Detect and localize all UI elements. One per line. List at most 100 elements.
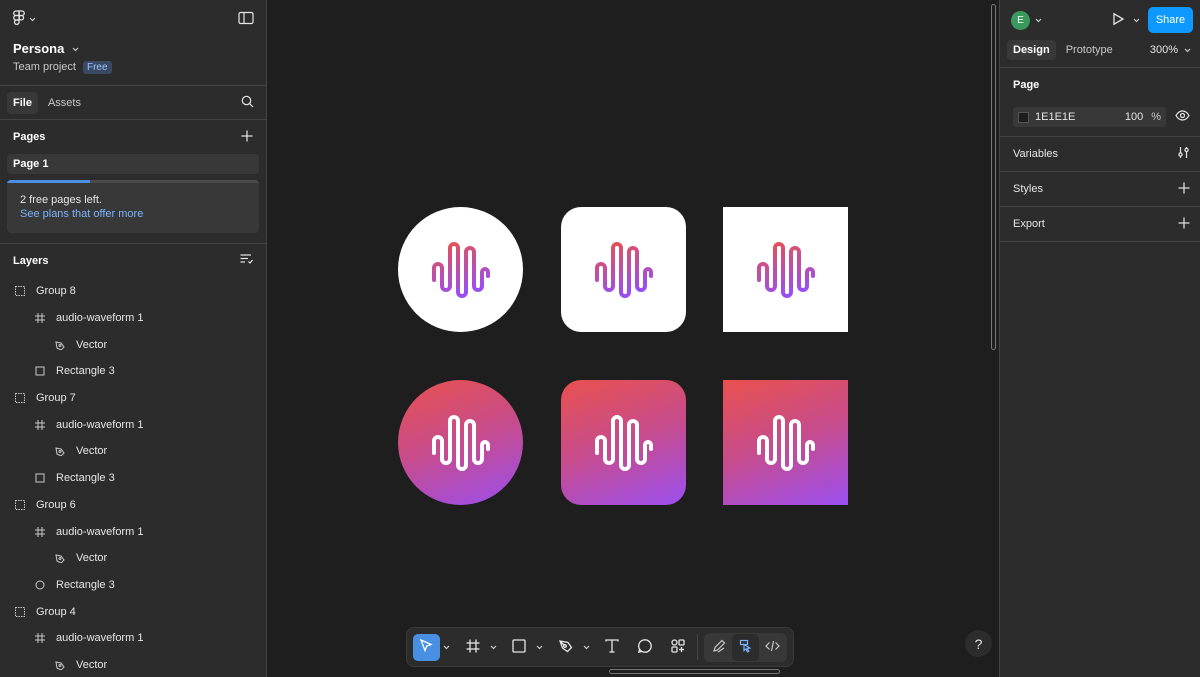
add-export-plus-icon[interactable] [1178,217,1190,232]
bottom-toolbar [406,627,794,667]
vector-icon [53,444,67,458]
rectangle-tool-chevron-icon[interactable] [533,634,547,661]
free-pages-progress [7,180,259,183]
layer-label: Group 4 [36,605,76,618]
variables-section[interactable]: Variables [1000,137,1200,171]
layer-row[interactable]: audio-waveform 1 [0,625,266,652]
design-canvas[interactable]: ? [267,0,999,677]
vector-icon [53,551,67,565]
layer-label: Rectangle 3 [56,472,115,485]
pen-tool-chevron-icon[interactable] [579,634,593,661]
main-menu-button[interactable] [12,9,36,29]
rectangle-icon [33,471,47,485]
page-background-field[interactable]: 1E1E1E 100 % [1013,107,1166,127]
team-label[interactable]: Team project [13,61,76,73]
help-button[interactable]: ? [965,630,992,657]
project-header: Persona Team project Free [0,38,266,74]
move-tool-chevron-icon[interactable] [440,634,454,661]
draw-mode-button[interactable] [705,634,732,661]
pages-header: Pages [0,120,266,154]
vector-icon [53,338,67,352]
zoom-level: 300% [1149,44,1178,56]
page-background-row: 1E1E1E 100 % [1000,98,1200,136]
layer-row[interactable]: audio-waveform 1 [0,305,266,332]
background-hex-value[interactable]: 1E1E1E [1035,111,1121,123]
icon-white-square[interactable] [723,207,848,332]
audio-waveform-icon [431,414,490,471]
export-section[interactable]: Export [1000,207,1200,241]
pen-tool-button[interactable] [553,634,580,661]
tab-prototype[interactable]: Prototype [1060,40,1119,60]
page-item-page-1[interactable]: Page 1 [7,154,259,174]
project-meta: Team project Free [13,60,253,74]
text-tool-button[interactable] [599,634,626,661]
layers-filter-icon[interactable] [240,254,253,268]
tab-assets[interactable]: Assets [42,92,87,114]
color-swatch[interactable] [1018,111,1029,123]
styles-title: Styles [1013,183,1043,195]
layer-row[interactable]: Group 4 [0,598,266,625]
dev-mode-button[interactable] [759,634,786,661]
left-sidebar: Persona Team project Free File Assets Pa… [0,0,267,677]
layer-row[interactable]: Rectangle 3 [0,465,266,492]
layer-label: audio-waveform 1 [56,418,144,431]
share-button[interactable]: Share [1148,7,1193,33]
vertical-scrollbar[interactable] [991,4,996,350]
layer-row[interactable]: Group 6 [0,492,266,519]
sidebar-toggle-icon[interactable] [238,11,254,28]
add-page-icon[interactable] [241,130,253,145]
variables-sliders-icon[interactable] [1177,146,1190,162]
right-tabs: Design Prototype 300% [1000,40,1200,60]
layer-row[interactable]: Vector [0,438,266,465]
search-icon[interactable] [241,95,254,111]
layer-row[interactable]: audio-waveform 1 [0,411,266,438]
add-style-plus-icon[interactable] [1178,182,1190,197]
design-mode-button[interactable] [732,633,759,661]
rectangle-tool-button[interactable] [506,634,533,661]
cursor-arrow-icon [418,638,434,657]
user-menu[interactable]: E [1011,10,1042,30]
draw-pencil-icon [712,639,726,656]
layer-label: Vector [76,658,108,671]
audio-waveform-icon [594,241,653,298]
layer-row[interactable]: Vector [0,652,266,677]
pen-nib-icon [558,638,574,657]
move-tool-button[interactable] [413,633,440,661]
plan-badge[interactable]: Free [82,60,112,74]
icon-white-circle[interactable] [398,207,523,332]
comment-tool-button[interactable] [632,634,659,661]
present-button[interactable] [1111,12,1140,29]
pages-title: Pages [13,131,46,143]
project-name-dropdown[interactable]: Persona [13,40,253,57]
frame-tool-chevron-icon[interactable] [486,634,500,661]
layer-row[interactable]: Rectangle 3 [0,358,266,385]
opacity-unit: % [1151,111,1161,123]
eye-icon[interactable] [1175,110,1190,124]
ellipse-icon [33,578,47,592]
horizontal-scrollbar[interactable] [609,669,780,674]
toolbar-divider [697,634,698,660]
layer-row[interactable]: audio-waveform 1 [0,518,266,545]
background-opacity-value[interactable]: 100 [1121,111,1143,123]
left-tabs: File Assets [0,86,266,119]
icon-gradient-rounded[interactable] [561,380,686,505]
tab-file[interactable]: File [7,91,38,114]
zoom-dropdown[interactable]: 300% [1150,44,1191,56]
frame-tool-button[interactable] [460,634,487,661]
play-icon [1111,12,1125,29]
icon-gradient-square[interactable] [723,380,848,505]
icon-gradient-circle[interactable] [398,380,523,505]
chevron-down-icon [29,13,36,25]
tab-design[interactable]: Design [1007,40,1056,60]
layer-row[interactable]: Rectangle 3 [0,572,266,599]
layer-label: Group 6 [36,498,76,511]
chevron-down-icon [1035,14,1042,26]
layer-row[interactable]: Group 8 [0,278,266,305]
icon-white-rounded[interactable] [561,207,686,332]
styles-section[interactable]: Styles [1000,172,1200,206]
see-plans-link[interactable]: See plans that offer more [20,207,246,221]
layer-row[interactable]: Vector [0,331,266,358]
layer-row[interactable]: Vector [0,545,266,572]
layer-row[interactable]: Group 7 [0,385,266,412]
actions-tool-button[interactable] [664,634,691,661]
